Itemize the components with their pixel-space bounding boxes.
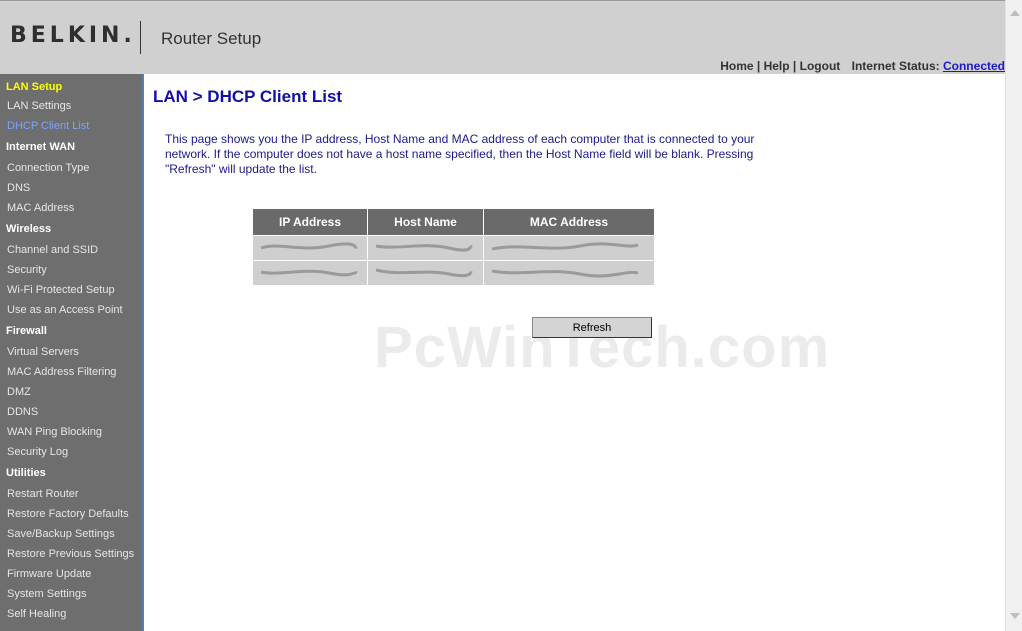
refresh-button[interactable]: Refresh — [532, 317, 652, 338]
sidebar-item-lan-settings[interactable]: LAN Settings — [0, 100, 142, 120]
sidebar-item-restore-factory-defaults[interactable]: Restore Factory Defaults — [0, 508, 142, 528]
sidebar-item-ddns[interactable]: DDNS — [0, 406, 142, 426]
sidebar-item-dhcp-client-list[interactable]: DHCP Client List — [0, 120, 142, 140]
sidebar-item-security[interactable]: Security — [0, 264, 142, 284]
sidebar-item-system-settings[interactable]: System Settings — [0, 588, 142, 608]
mac-address-cell-redacted — [483, 260, 655, 286]
sidebar-item-dmz[interactable]: DMZ — [0, 386, 142, 406]
sidebar-item-restart-router[interactable]: Restart Router — [0, 488, 142, 508]
redaction-scribble-icon — [491, 269, 639, 277]
scroll-up-arrow-icon[interactable] — [1010, 10, 1020, 16]
column-header-mac-address: MAC Address — [483, 208, 655, 236]
sidebar-item-restore-previous-settings[interactable]: Restore Previous Settings — [0, 548, 142, 568]
help-link[interactable]: Help | — [764, 59, 797, 73]
ip-address-cell-redacted — [252, 260, 368, 286]
ip-address-cell-redacted — [252, 235, 368, 261]
sidebar-item-self-healing[interactable]: Self Healing — [0, 608, 142, 628]
logo-divider — [140, 21, 141, 54]
home-link[interactable]: Home | — [720, 59, 760, 73]
sidebar-item-wifi-protected-setup[interactable]: Wi-Fi Protected Setup — [0, 284, 142, 304]
redaction-scribble-icon — [375, 268, 473, 277]
sidebar-section-lan-setup[interactable]: LAN Setup — [0, 81, 142, 100]
sidebar-item-mac-address[interactable]: MAC Address — [0, 202, 142, 222]
sidebar-section-firewall[interactable]: Firewall — [0, 325, 142, 346]
sidebar-item-virtual-servers[interactable]: Virtual Servers — [0, 346, 142, 366]
sidebar-section-utilities[interactable]: Utilities — [0, 467, 142, 488]
sidebar-item-connection-type[interactable]: Connection Type — [0, 162, 142, 182]
table-header-row: IP Address Host Name MAC Address — [252, 208, 655, 236]
sidebar-section-wireless[interactable]: Wireless — [0, 223, 142, 244]
top-nav: Home | Help | Logout Internet Status: Co… — [720, 59, 1005, 73]
router-setup-title: Router Setup — [161, 29, 262, 48]
table-row — [252, 260, 655, 286]
column-header-host-name: Host Name — [367, 208, 484, 236]
sidebar-item-mac-address-filtering[interactable]: MAC Address Filtering — [0, 366, 142, 386]
main-content: LAN > DHCP Client List This page shows y… — [144, 74, 1005, 631]
sidebar-item-access-point[interactable]: Use as an Access Point — [0, 304, 142, 324]
belkin-logo: BELKIN. — [10, 23, 136, 48]
redaction-scribble-icon — [260, 269, 358, 276]
vertical-scrollbar[interactable] — [1005, 0, 1022, 631]
table-row — [252, 235, 655, 261]
sidebar-section-internet-wan[interactable]: Internet WAN — [0, 141, 142, 162]
column-header-ip-address: IP Address — [252, 208, 368, 236]
scroll-down-arrow-icon[interactable] — [1010, 613, 1020, 619]
mac-address-cell-redacted — [483, 235, 655, 261]
internet-status-label: Internet Status: — [851, 59, 940, 73]
sidebar-item-dns[interactable]: DNS — [0, 182, 142, 202]
page-description: This page shows you the IP address, Host… — [165, 132, 755, 176]
dhcp-client-table: IP Address Host Name MAC Address — [252, 208, 655, 286]
logout-link[interactable]: Logout — [800, 59, 841, 73]
sidebar-item-wan-ping-blocking[interactable]: WAN Ping Blocking — [0, 426, 142, 446]
redaction-scribble-icon — [491, 241, 639, 250]
sidebar-item-channel-ssid[interactable]: Channel and SSID — [0, 244, 142, 264]
sidebar-item-save-backup-settings[interactable]: Save/Backup Settings — [0, 528, 142, 548]
host-name-cell-redacted — [367, 235, 484, 261]
sidebar-item-firmware-update[interactable]: Firmware Update — [0, 568, 142, 588]
sidebar-item-security-log[interactable]: Security Log — [0, 446, 142, 466]
redaction-scribble-icon — [375, 243, 473, 252]
sidebar: LAN Setup LAN Settings DHCP Client List … — [0, 74, 144, 631]
host-name-cell-redacted — [367, 260, 484, 286]
redaction-scribble-icon — [260, 241, 358, 249]
page-title: LAN > DHCP Client List — [153, 87, 343, 106]
header: BELKIN. Router Setup Home | Help | Logou… — [0, 0, 1005, 75]
internet-status-value[interactable]: Connected — [943, 59, 1005, 73]
